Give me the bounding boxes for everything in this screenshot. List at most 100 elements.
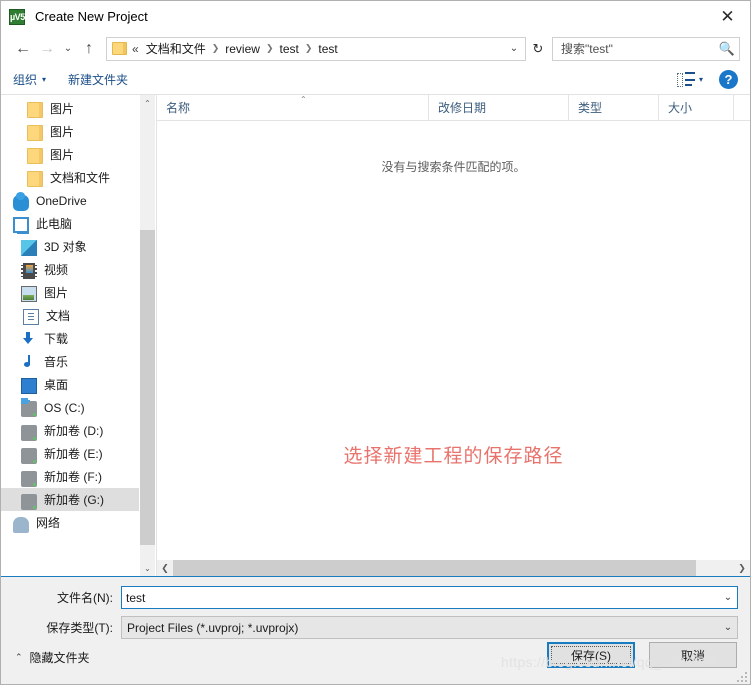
back-button[interactable]: ← [11,37,35,61]
folder-icon [27,147,43,164]
sidebar-item-16[interactable]: 新加卷 (F:) [1,465,139,488]
sidebar-item-4[interactable]: OneDrive [1,189,139,212]
sidebar-item-17[interactable]: 新加卷 (G:) [1,488,139,511]
sidebar-item-7[interactable]: 视频 [1,258,139,281]
new-folder-button[interactable]: 新建文件夹 [68,71,128,88]
cancel-button[interactable]: 取消 [649,642,737,668]
chevron-down-icon: ⌄ [723,622,733,633]
resize-grip[interactable] [737,672,747,682]
chevron-down-icon[interactable]: ⌄ [505,43,523,54]
chevron-right-icon[interactable]: ❯ [305,43,313,54]
file-list-area[interactable]: 没有与搜索条件匹配的项。 选择新建工程的保存路径 [157,121,750,560]
column-headers: 名称 改修日期 类型 大小 ⌃ [157,95,750,121]
column-header-2[interactable]: 类型 [569,95,659,120]
sidebar-item-label: 3D 对象 [44,240,87,254]
chevron-up-icon: ⌃ [15,652,23,662]
sidebar-item-label: 文档和文件 [50,171,111,185]
save-button[interactable]: 保存(S) [547,642,635,668]
refresh-icon[interactable]: ↻ [527,37,549,61]
chevron-right-icon[interactable]: ❯ [212,43,220,54]
help-icon[interactable]: ? [719,70,738,89]
sidebar-item-11[interactable]: 音乐 [1,350,139,373]
title-bar: µV5 Create New Project ✕ [1,1,750,32]
drive-icon [21,447,37,464]
navigation-pane: 图片 图片 图片 文档和文件 OneDrive 此电脑 3D 对象 视频 图片 文档 下载 音乐 桌面 O… [1,95,156,576]
breadcrumb-item-2[interactable]: test [276,41,301,57]
organize-button[interactable]: 组织 ▾ [13,71,46,88]
breadcrumb-item-3[interactable]: test [315,41,340,57]
filename-field[interactable]: ⌄ [121,586,738,609]
breadcrumb: « 文档和文件 ❯ review ❯ test ❯ test [132,39,505,58]
music-icon [21,354,37,370]
sidebar-item-3[interactable]: 文档和文件 [1,166,139,189]
forward-button[interactable]: → [35,37,59,61]
scrollbar-thumb[interactable] [140,230,155,545]
chevron-right-icon[interactable]: ❯ [266,43,274,54]
filetype-label: 保存类型(T): [46,621,113,635]
scroll-up-icon[interactable]: ⌃ [140,95,155,111]
column-header-1[interactable]: 改修日期 [429,95,569,120]
breadcrumb-overflow-icon[interactable]: « [132,42,139,56]
sidebar-item-2[interactable]: 图片 [1,143,139,166]
search-box[interactable]: 🔍 [552,36,740,61]
up-button[interactable]: ↑ [77,37,101,61]
navigation-bar: ← → ⌄ ↑ « 文档和文件 ❯ review ❯ test ❯ test ⌄… [1,32,750,65]
chevron-down-icon[interactable]: ⌄ [719,592,737,603]
sidebar-item-label: OS (C:) [44,400,85,415]
sidebar-item-8[interactable]: 图片 [1,281,139,304]
videos-icon [21,262,37,279]
sidebar-item-12[interactable]: 桌面 [1,373,139,396]
sidebar-item-5[interactable]: 此电脑 [1,212,139,235]
scroll-right-icon[interactable]: ❯ [734,560,750,576]
sidebar-item-18[interactable]: 网络 [1,511,139,534]
address-bar[interactable]: « 文档和文件 ❯ review ❯ test ❯ test ⌄ [106,36,526,61]
sort-indicator-icon: ⌃ [300,95,307,104]
uvision-icon: µV5 [9,8,25,25]
sidebar-item-15[interactable]: 新加卷 (E:) [1,442,139,465]
file-list-pane: 名称 改修日期 类型 大小 ⌃ 没有与搜索条件匹配的项。 选择新建工程的保存路径 ❮ ❯ [156,95,750,576]
hide-folders-toggle[interactable]: ⌃ 隐藏文件夹 [15,649,90,666]
filename-input[interactable] [122,587,719,608]
sidebar-item-0[interactable]: 图片 [1,97,139,120]
column-header-0[interactable]: 名称 [157,95,429,120]
hide-folders-label: 隐藏文件夹 [29,651,90,665]
folder-icon [27,101,43,118]
recent-locations-button[interactable]: ⌄ [59,37,77,61]
search-input[interactable] [561,41,719,56]
sidebar-item-10[interactable]: 下载 [1,327,139,350]
sidebar-item-13[interactable]: OS (C:) [1,396,139,419]
sidebar-item-label: 图片 [50,125,75,139]
view-options-icon[interactable] [676,71,697,88]
sidebar-item-9[interactable]: 文档 [1,304,139,327]
scroll-down-icon[interactable]: ⌄ [140,560,155,576]
sidebar-scrollbar[interactable]: ⌃ ⌄ [139,95,155,576]
sidebar-item-1[interactable]: 图片 [1,120,139,143]
sidebar-item-label: 文档 [46,309,71,323]
breadcrumb-item-1[interactable]: review [222,41,263,57]
downloads-icon [21,331,37,347]
horizontal-scrollbar[interactable]: ❮ ❯ [157,560,750,576]
sidebar-item-label: 音乐 [44,355,69,369]
search-icon[interactable]: 🔍 [719,41,735,57]
desktop-icon [21,377,37,394]
sidebar-item-6[interactable]: 3D 对象 [1,235,139,258]
sidebar-item-label: 此电脑 [36,217,73,231]
organize-label: 组织 [13,73,38,87]
footer-buttons: 保存(S) 取消 [547,642,737,668]
window-title: Create New Project [35,9,148,24]
sidebar-item-label: 下载 [44,332,69,346]
3d-objects-icon [21,239,37,256]
filetype-select[interactable]: Project Files (*.uvproj; *.uvprojx) ⌄ [121,616,738,639]
network-icon [13,516,29,533]
scroll-left-icon[interactable]: ❮ [157,560,173,576]
column-header-3[interactable]: 大小 [659,95,734,120]
sidebar-item-14[interactable]: 新加卷 (D:) [1,419,139,442]
scrollbar-thumb[interactable] [173,560,696,576]
breadcrumb-item-0[interactable]: 文档和文件 [143,39,209,58]
sidebar-item-label: 新加卷 (D:) [44,424,104,438]
new-folder-label: 新建文件夹 [68,73,129,87]
cloud-icon [13,191,29,211]
toolbar: 组织 ▾ 新建文件夹 ▾ ? [1,65,750,95]
chevron-down-icon[interactable]: ▾ [699,75,703,84]
close-icon[interactable]: ✕ [705,1,750,32]
